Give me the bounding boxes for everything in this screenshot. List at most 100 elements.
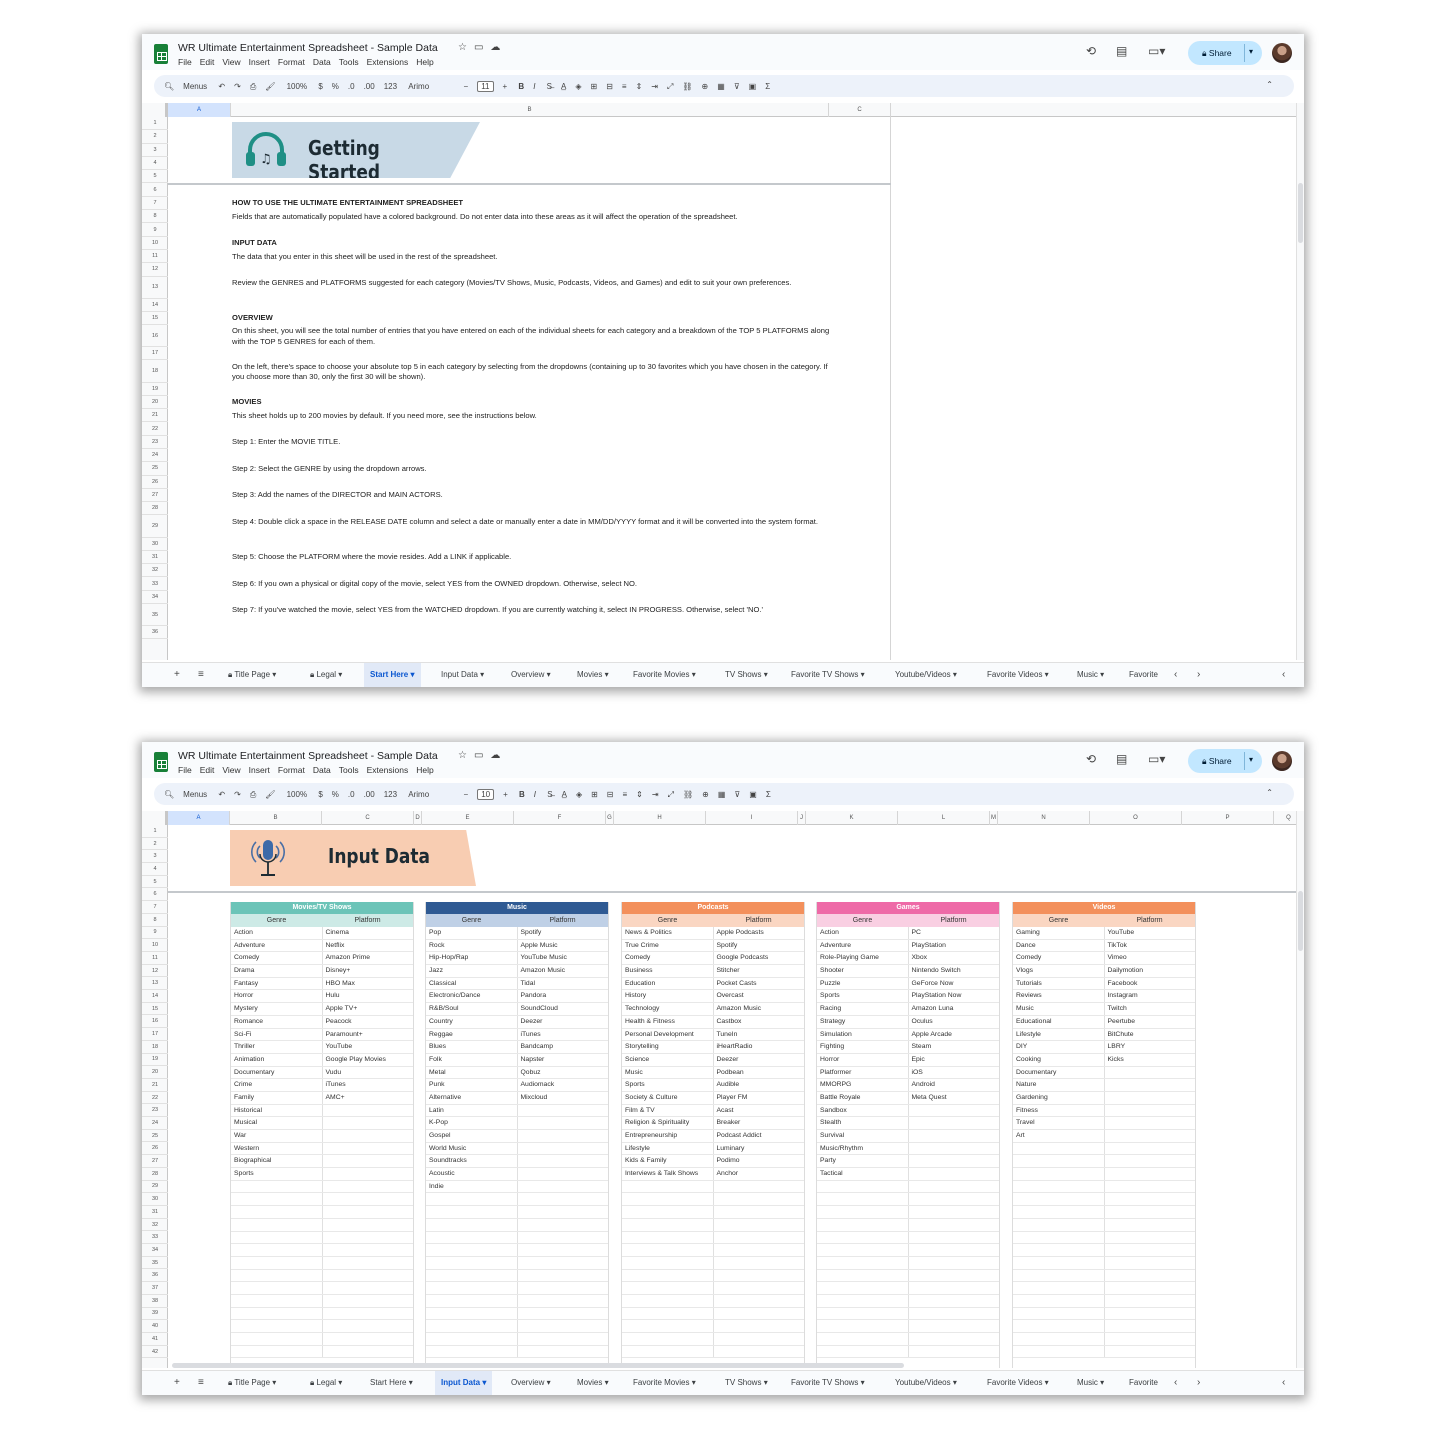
align-icon[interactable]: ≡ (623, 790, 628, 799)
comment-icon[interactable]: ▤ (1116, 44, 1127, 58)
tab-favorite-tv-shows[interactable]: Favorite TV Shows ▾ (785, 1371, 871, 1395)
platform-cell[interactable] (1105, 1346, 1196, 1358)
genre-cell[interactable]: Western (231, 1142, 323, 1155)
genre-cell[interactable]: Storytelling (622, 1041, 714, 1053)
chevron-down-icon[interactable]: ▾ (406, 1378, 413, 1387)
platform-cell[interactable] (518, 1346, 609, 1358)
platform-cell[interactable]: Nintendo Switch (909, 965, 1000, 977)
genre-cell[interactable] (1013, 1320, 1105, 1332)
chevron-down-icon[interactable]: ▾ (270, 670, 276, 679)
genre-cell[interactable] (231, 1256, 323, 1269)
number-format-button[interactable]: 123 (384, 790, 397, 799)
column-header-o[interactable]: O (1090, 811, 1182, 825)
platform-cell[interactable]: Xbox (909, 952, 1000, 964)
platform-cell[interactable]: Cinema (323, 927, 414, 939)
platform-cell[interactable] (1105, 1105, 1196, 1117)
platform-cell[interactable] (1105, 1117, 1196, 1129)
sheet-grid[interactable]: A B C 1 2 3 4 5 6 7 8 9 10 11 12 13 14 15 16 17 18 19 20 21 2… (142, 103, 1297, 660)
platform-cell[interactable] (909, 1219, 1000, 1231)
row-header[interactable]: 14 (142, 990, 168, 1003)
genre-cell[interactable] (622, 1333, 714, 1345)
row-header[interactable]: 9 (142, 927, 168, 940)
select-all-corner[interactable] (142, 811, 168, 825)
platform-cell[interactable] (714, 1181, 805, 1193)
platform-cell[interactable]: Breaker (714, 1117, 805, 1129)
genre-cell[interactable]: Health & Fitness (622, 1015, 714, 1028)
row-header[interactable]: 33 (142, 577, 168, 591)
tab-overview[interactable]: Overview ▾ (505, 663, 557, 687)
genre-cell[interactable] (817, 1218, 909, 1231)
platform-cell[interactable] (323, 1320, 414, 1332)
vertical-scrollbar[interactable] (1296, 103, 1304, 660)
row-header[interactable]: 1 (142, 117, 168, 131)
link-icon[interactable]: ⛓︎ (682, 82, 692, 91)
table-row[interactable] (426, 1294, 608, 1308)
font-size-decrease[interactable]: − (464, 790, 469, 799)
row-header[interactable]: 31 (142, 551, 168, 565)
table-row[interactable]: Documentary Vudu (231, 1066, 413, 1080)
genre-cell[interactable]: Drama (231, 965, 323, 977)
text-color-icon[interactable]: A̲ (561, 82, 566, 91)
row-header[interactable]: 18 (142, 361, 168, 383)
avatar[interactable] (1272, 43, 1292, 63)
genre-cell[interactable] (426, 1345, 518, 1358)
cloud-icon[interactable]: ☁ (490, 750, 507, 761)
fill-color-icon[interactable]: ◈ (576, 790, 582, 799)
genre-cell[interactable] (817, 1244, 909, 1256)
genre-cell[interactable]: Interviews & Talk Shows (622, 1168, 714, 1180)
row-header[interactable]: 10 (142, 237, 168, 250)
platform-cell[interactable]: Apple Podcasts (714, 927, 805, 939)
platform-cell[interactable]: Player FM (714, 1092, 805, 1104)
table-row[interactable]: Comedy Google Podcasts (622, 952, 804, 966)
platform-cell[interactable] (714, 1333, 805, 1345)
column-header-n[interactable]: N (998, 811, 1090, 825)
wrap-icon[interactable]: ⇥ (652, 790, 659, 799)
table-row[interactable]: Rock Apple Music (426, 939, 608, 953)
menu-file[interactable]: File (178, 57, 192, 67)
row-header[interactable]: 25 (142, 1130, 168, 1143)
add-sheet-icon[interactable]: + (174, 663, 180, 687)
table-row[interactable] (1013, 1320, 1195, 1333)
platform-cell[interactable]: Apple Arcade (909, 1029, 1000, 1041)
search-icon[interactable]: 🔍︎ (164, 790, 174, 799)
valign-icon[interactable]: ⇕ (636, 790, 643, 799)
select-all-corner[interactable] (142, 103, 168, 117)
platform-cell[interactable]: Pocket Casts (714, 978, 805, 990)
platform-cell[interactable]: LBRY (1105, 1041, 1196, 1053)
genre-cell[interactable] (426, 1294, 518, 1307)
genre-cell[interactable]: Biographical (231, 1155, 323, 1168)
italic-button[interactable]: I (534, 790, 536, 799)
row-header[interactable]: 26 (142, 476, 168, 489)
genre-cell[interactable]: Blues (426, 1041, 518, 1053)
table-row[interactable] (231, 1294, 413, 1308)
genre-cell[interactable] (817, 1333, 909, 1345)
row-header[interactable]: 13 (142, 977, 168, 991)
table-row[interactable] (426, 1320, 608, 1333)
table-row[interactable]: Fitness (1013, 1104, 1196, 1118)
row-header[interactable]: 3 (142, 144, 168, 157)
column-header-p[interactable]: P (1182, 811, 1274, 825)
table-row[interactable]: Action Cinema (231, 927, 413, 940)
table-row[interactable] (231, 1206, 413, 1219)
platform-cell[interactable] (909, 1117, 1000, 1129)
row-header[interactable]: 24 (142, 1117, 168, 1130)
table-row[interactable]: K-Pop (426, 1117, 608, 1130)
table-row[interactable]: R&B/Soul SoundCloud (426, 1003, 608, 1016)
genre-cell[interactable]: Acoustic (426, 1168, 518, 1180)
platform-cell[interactable] (518, 1117, 609, 1129)
genre-cell[interactable] (1013, 1168, 1105, 1180)
scroll-left-icon[interactable]: ‹ (1174, 663, 1177, 687)
genre-cell[interactable]: Alternative (426, 1091, 518, 1104)
row-header[interactable]: 14 (142, 299, 168, 312)
genre-cell[interactable]: Horror (817, 1053, 909, 1066)
table-row[interactable] (1013, 1180, 1195, 1194)
share-button[interactable]: 🔒︎ Share ▾ (1188, 41, 1262, 65)
table-row[interactable] (231, 1244, 413, 1257)
platform-cell[interactable]: Paramount+ (323, 1029, 414, 1041)
platform-cell[interactable] (323, 1270, 414, 1282)
table-row[interactable]: Music Podbean (622, 1066, 804, 1080)
table-row[interactable]: Storytelling iHeartRadio (622, 1041, 804, 1054)
platform-cell[interactable] (1105, 1143, 1196, 1155)
genre-cell[interactable] (1013, 1269, 1105, 1282)
row-header[interactable]: 24 (142, 449, 168, 463)
